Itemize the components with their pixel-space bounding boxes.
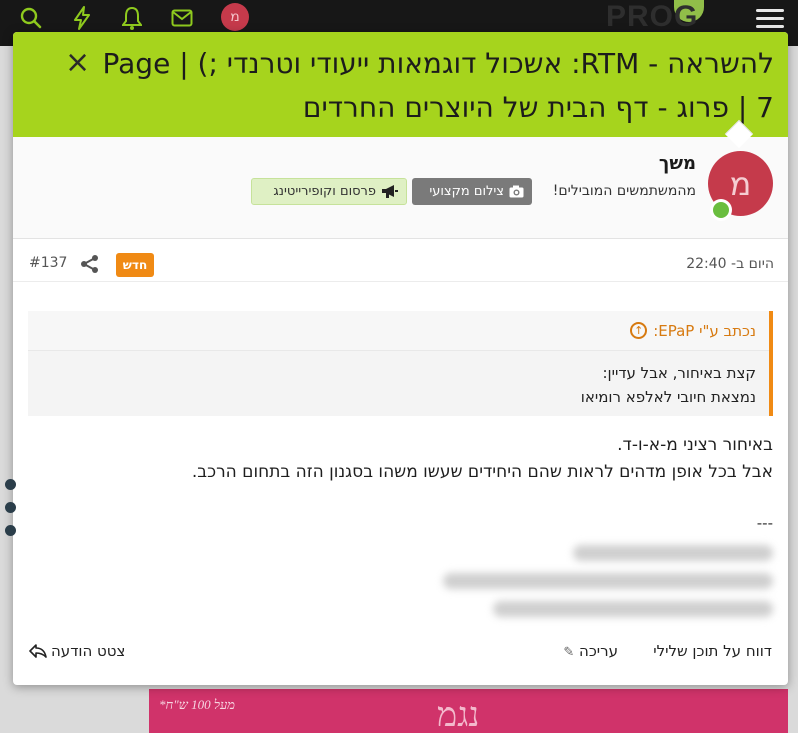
pencil-icon: ✎	[563, 645, 575, 660]
envelope-icon[interactable]	[169, 5, 195, 31]
badge-photography: צילום מקצועי	[412, 178, 532, 205]
post-line: אבל בכל אופן מדהים לראות שהם היחידים שעש…	[191, 462, 773, 482]
site-logo[interactable]: PROG	[606, 0, 698, 34]
user-info: מ משך מהמשתמשים המובילים! צילום מקצועי פ…	[13, 137, 788, 239]
edit-label: עריכה	[579, 642, 618, 660]
close-icon[interactable]: ×	[65, 48, 90, 78]
ad-banner[interactable]: *מעל 100 ש"ח נגמ	[149, 689, 788, 733]
quote-line: נמצאת חיובי לאלפא רומיאו	[580, 388, 756, 406]
camera-icon	[509, 185, 524, 198]
preview-modal: להשראה - RTM: אשכול דוגמאות ייעודי וטרנד…	[13, 32, 788, 685]
search-icon[interactable]	[18, 5, 44, 31]
post-actions: דווח על תוכן שלילי עריכה ✎ צטט הודעה	[13, 632, 788, 672]
floating-menu-dots[interactable]	[5, 479, 17, 539]
badge-label: פרסום וקופירייטינג	[273, 184, 376, 199]
username[interactable]: משך	[659, 153, 696, 174]
bell-icon[interactable]	[119, 5, 145, 31]
badge-label: צילום מקצועי	[429, 184, 504, 199]
user-avatar-mini[interactable]: מ	[221, 3, 249, 31]
post-date[interactable]: היום ב- 22:40	[686, 256, 774, 272]
post-line: באיחור רציני מ-א-ו-ד.	[617, 435, 773, 455]
ad-big-text: נגמ	[437, 697, 480, 733]
quote-author: נכתב ע"י EPaP:	[653, 321, 756, 340]
megaphone-icon	[382, 185, 398, 198]
reply-icon	[29, 644, 47, 658]
report-link[interactable]: דווח על תוכן שלילי	[653, 642, 772, 660]
signature-separator: ---	[756, 514, 773, 532]
arrow-up-icon[interactable]: ↑	[630, 322, 648, 339]
signature-blurred	[423, 537, 773, 627]
quote-block: נכתב ע"י EPaP: ↑ קצת באיחור, אבל עדיין: …	[28, 311, 773, 416]
share-icon[interactable]	[80, 254, 100, 274]
user-title: מהמשתמשים המובילים!	[552, 183, 696, 199]
new-badge: חדש	[116, 253, 154, 277]
modal-header: להשראה - RTM: אשכול דוגמאות ייעודי וטרנד…	[13, 32, 788, 137]
bolt-icon[interactable]	[69, 5, 95, 31]
hamburger-icon[interactable]	[756, 4, 784, 32]
modal-title: להשראה - RTM: אשכול דוגמאות ייעודי וטרנד…	[102, 47, 774, 124]
quote-label: צטט הודעה	[51, 642, 126, 660]
post-meta: היום ב- 22:40 חדש #137	[13, 240, 788, 282]
online-status-icon	[710, 199, 732, 221]
edit-link[interactable]: עריכה ✎	[563, 642, 618, 660]
post-number[interactable]: #137	[29, 255, 67, 271]
quote-header[interactable]: נכתב ע"י EPaP: ↑	[28, 311, 769, 351]
quote-line: קצת באיחור, אבל עדיין:	[602, 364, 756, 382]
post-content: באיחור רציני מ-א-ו-ד. אבל בכל אופן מדהים…	[73, 432, 773, 486]
badge-copywriting: פרסום וקופירייטינג	[251, 178, 407, 205]
ad-small-text: *מעל 100 ש"ח	[159, 697, 236, 712]
quote-content: קצת באיחור, אבל עדיין: נמצאת חיובי לאלפא…	[581, 361, 756, 409]
quote-reply-button[interactable]: צטט הודעה	[29, 642, 125, 660]
